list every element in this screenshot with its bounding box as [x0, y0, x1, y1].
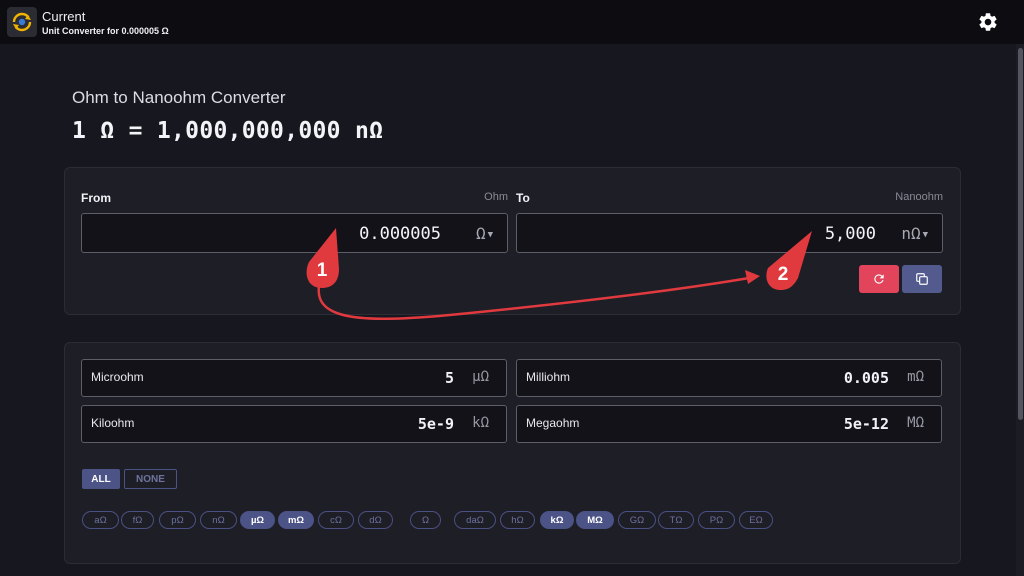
to-unit-symbol: nΩ	[901, 224, 921, 243]
result-unit: MΩ	[907, 415, 924, 431]
unit-chip[interactable]: kΩ	[540, 511, 574, 529]
result-microohm[interactable]: Microohm 5 µΩ	[81, 359, 507, 397]
app-subtitle: Unit Converter for 0.000005 Ω	[42, 26, 169, 36]
result-name: Megaohm	[526, 416, 580, 430]
from-unit-name: Ohm	[484, 191, 508, 203]
result-kiloohm[interactable]: Kiloohm 5e-9 kΩ	[81, 405, 507, 443]
unit-chip[interactable]: hΩ	[500, 511, 535, 529]
unit-chip[interactable]: pΩ	[159, 511, 196, 529]
page-title: Ohm to Nanoohm Converter	[72, 88, 286, 107]
to-unit-name: Nanoohm	[895, 191, 943, 203]
result-unit: mΩ	[907, 369, 924, 385]
unit-chip[interactable]: nΩ	[200, 511, 237, 529]
top-bar: Current Unit Converter for 0.000005 Ω	[0, 0, 1024, 44]
unit-chip[interactable]: GΩ	[618, 511, 656, 529]
unit-chip[interactable]: daΩ	[454, 511, 496, 529]
copy-button[interactable]	[902, 265, 942, 293]
from-unit-symbol: Ω	[475, 224, 486, 243]
unit-chip[interactable]: µΩ	[240, 511, 275, 529]
from-value-input[interactable]: 0.000005 Ω ▼	[81, 213, 508, 253]
unit-chip[interactable]: PΩ	[698, 511, 735, 529]
result-milliohm[interactable]: Milliohm 0.005 mΩ	[516, 359, 942, 397]
unit-chip[interactable]: aΩ	[82, 511, 119, 529]
app-title: Current	[42, 9, 86, 24]
app-logo-icon	[7, 7, 37, 37]
unit-chip[interactable]: TΩ	[658, 511, 694, 529]
unit-chip[interactable]: Ω	[410, 511, 441, 529]
unit-chip[interactable]: EΩ	[739, 511, 773, 529]
unit-chip[interactable]: cΩ	[318, 511, 354, 529]
to-value[interactable]: 5,000	[825, 224, 876, 244]
unit-chip[interactable]: mΩ	[278, 511, 314, 529]
to-label: To	[516, 191, 530, 205]
gear-icon[interactable]	[977, 11, 999, 33]
scrollbar-thumb[interactable]	[1018, 48, 1023, 420]
reset-button[interactable]	[859, 265, 899, 293]
result-value: 5e-12	[843, 415, 889, 433]
unit-chip[interactable]: fΩ	[121, 511, 154, 529]
result-value: 0.005	[843, 369, 889, 387]
result-value: 5e-9	[417, 415, 454, 433]
select-all-button[interactable]: ALL	[82, 469, 120, 489]
from-value[interactable]: 0.000005	[359, 224, 441, 244]
result-name: Kiloohm	[91, 416, 135, 430]
chevron-down-icon: ▼	[487, 230, 493, 240]
to-value-input[interactable]: 5,000 nΩ ▼	[516, 213, 943, 253]
result-name: Milliohm	[526, 370, 571, 384]
refresh-icon	[874, 274, 884, 284]
result-megaohm[interactable]: Megaohm 5e-12 MΩ	[516, 405, 942, 443]
chevron-down-icon: ▼	[922, 230, 928, 240]
result-unit: kΩ	[472, 415, 489, 431]
copy-icon	[916, 273, 928, 285]
unit-chip[interactable]: MΩ	[576, 511, 614, 529]
result-unit: µΩ	[472, 369, 489, 385]
result-value: 5	[444, 369, 454, 387]
conversion-equation: 1 Ω = 1,000,000,000 nΩ	[72, 118, 384, 144]
result-name: Microohm	[91, 370, 144, 384]
from-unit-select[interactable]: Ω ▼	[476, 224, 493, 243]
to-unit-select[interactable]: nΩ ▼	[901, 224, 928, 243]
unit-chip[interactable]: dΩ	[358, 511, 393, 529]
select-none-button[interactable]: NONE	[124, 469, 177, 489]
from-label: From	[81, 191, 111, 205]
